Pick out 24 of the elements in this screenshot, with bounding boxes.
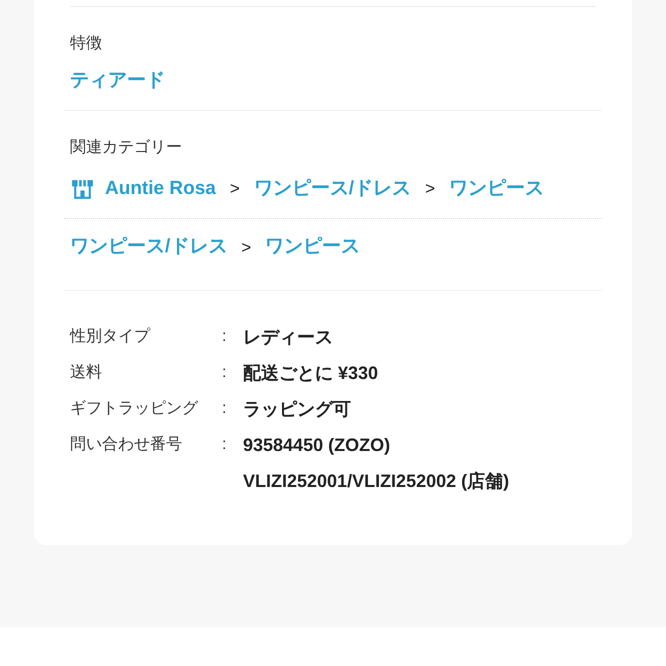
spec-value: ラッピング可	[243, 398, 351, 421]
spec-value: 93584450 (ZOZO)	[243, 434, 392, 457]
spec-label: 性別タイプ	[70, 326, 152, 347]
spec-label: 送料	[70, 362, 103, 383]
feature-link[interactable]: ティアード	[70, 70, 165, 91]
colon: :	[221, 327, 228, 347]
colon: :	[221, 363, 228, 383]
spec-value: VLIZI252001/VLIZI252002 (店舗)	[243, 470, 510, 493]
spec-label: ギフトラッピング	[70, 399, 200, 419]
section-label: 関連カテゴリー	[70, 138, 183, 158]
colon: :	[221, 399, 228, 419]
category-link[interactable]: ワンピース	[449, 174, 544, 204]
breadcrumb-separator: >	[230, 178, 240, 200]
category-link[interactable]: ワンピース/ドレス	[254, 174, 412, 204]
breadcrumb-separator: >	[425, 178, 436, 200]
spec-label: 問い合わせ番号	[70, 434, 183, 455]
spec-value: 配送ごとに ¥330	[243, 362, 378, 385]
section-label: 特徴	[70, 34, 103, 54]
category-link[interactable]: ワンピース	[265, 233, 360, 262]
breadcrumb-separator: >	[241, 236, 252, 259]
spec-value: レディース	[243, 326, 333, 349]
category-link[interactable]: ワンピース/ドレス	[70, 233, 228, 262]
shop-link[interactable]: Auntie Rosa	[105, 174, 216, 204]
colon: :	[221, 435, 228, 455]
